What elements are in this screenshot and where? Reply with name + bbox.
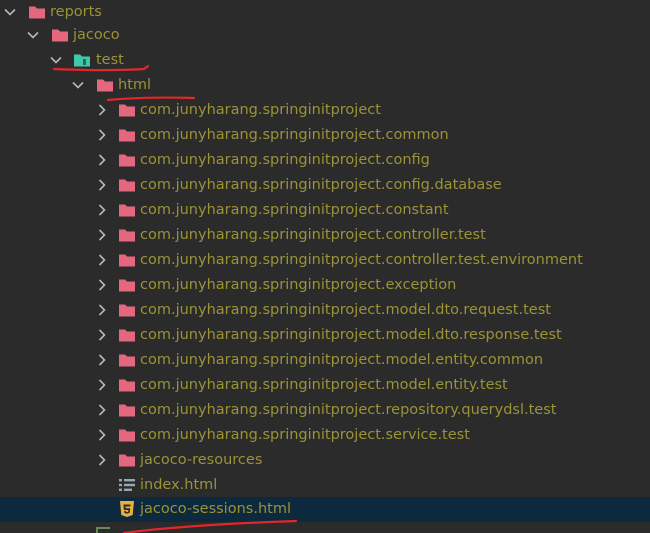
chevron-right-icon[interactable] <box>94 352 110 368</box>
test-folder-icon <box>73 51 91 69</box>
tree-item-package[interactable]: com.junyharang.springinitproject.reposit… <box>0 398 650 423</box>
tree-item-label: com.junyharang.springinitproject.model.d… <box>140 327 562 343</box>
tree-item-label: com.junyharang.springinitproject.config.… <box>140 177 502 193</box>
chevron-right-icon[interactable] <box>94 227 110 243</box>
tree-item-partial <box>0 521 650 533</box>
html5-file-icon <box>118 500 136 518</box>
tree-item-label: com.junyharang.springinitproject.model.d… <box>140 302 551 318</box>
tree-item-label: reports <box>50 4 102 20</box>
folder-icon <box>118 101 136 119</box>
tree-item-jacoco-sessions-html[interactable]: jacoco-sessions.html <box>0 497 650 522</box>
folder-icon <box>118 176 136 194</box>
chevron-right-icon[interactable] <box>94 177 110 193</box>
folder-icon <box>118 201 136 219</box>
tree-item-label: com.junyharang.springinitproject.service… <box>140 427 470 443</box>
tree-item-package[interactable]: com.junyharang.springinitproject.control… <box>0 223 650 248</box>
partial-icon <box>96 527 110 533</box>
folder-icon <box>51 26 69 44</box>
chevron-right-icon[interactable] <box>94 152 110 168</box>
folder-icon <box>118 351 136 369</box>
tree-item-package[interactable]: com.junyharang.springinitproject.model.e… <box>0 373 650 398</box>
tree-item-package[interactable]: com.junyharang.springinitproject.model.d… <box>0 323 650 348</box>
tree-item-label: com.junyharang.springinitproject.model.e… <box>140 352 544 368</box>
chevron-right-icon[interactable] <box>94 377 110 393</box>
chevron-right-icon[interactable] <box>94 402 110 418</box>
folder-icon <box>118 251 136 269</box>
tree-item-package[interactable]: com.junyharang.springinitproject.control… <box>0 248 650 273</box>
folder-icon <box>118 301 136 319</box>
folder-icon <box>118 376 136 394</box>
chevron-right-icon[interactable] <box>94 252 110 268</box>
tree-item-reports[interactable]: reports <box>0 0 650 25</box>
tree-item-label: com.junyharang.springinitproject.config <box>140 152 430 168</box>
tree-item-test[interactable]: test <box>0 48 650 73</box>
folder-icon <box>96 76 114 94</box>
tree-item-label: com.junyharang.springinitproject.model.e… <box>140 377 508 393</box>
tree-item-package[interactable]: com.junyharang.springinitproject.config <box>0 148 650 173</box>
tree-item-package[interactable]: com.junyharang.springinitproject.model.d… <box>0 298 650 323</box>
chevron-down-icon[interactable] <box>70 77 86 93</box>
folder-icon <box>118 126 136 144</box>
tree-item-label: index.html <box>140 477 218 493</box>
folder-icon <box>118 426 136 444</box>
tree-item-label: com.junyharang.springinitproject.constan… <box>140 202 449 218</box>
folder-icon <box>28 3 46 21</box>
tree-item-jacoco-resources[interactable]: jacoco-resources <box>0 448 650 473</box>
chevron-down-icon[interactable] <box>48 52 64 68</box>
tree-item-label: com.junyharang.springinitproject.excepti… <box>140 277 457 293</box>
folder-icon <box>118 151 136 169</box>
tree-item-label: com.junyharang.springinitproject.control… <box>140 252 583 268</box>
folder-icon <box>118 326 136 344</box>
tree-item-package[interactable]: com.junyharang.springinitproject.constan… <box>0 198 650 223</box>
tree-item-label: com.junyharang.springinitproject <box>140 102 381 118</box>
tree-item-package[interactable]: com.junyharang.springinitproject <box>0 98 650 123</box>
tree-item-label: jacoco-resources <box>140 452 263 468</box>
tree-item-label: html <box>118 77 152 93</box>
tree-item-label: test <box>96 52 124 68</box>
tree-item-label: com.junyharang.springinitproject.common <box>140 127 449 143</box>
tree-item-package[interactable]: com.junyharang.springinitproject.config.… <box>0 173 650 198</box>
chevron-right-icon[interactable] <box>94 102 110 118</box>
tree-item-html[interactable]: html <box>0 73 650 98</box>
tree-item-label: com.junyharang.springinitproject.reposit… <box>140 402 557 418</box>
tree-item-index-html[interactable]: index.html <box>0 473 650 498</box>
folder-icon <box>118 226 136 244</box>
tree-item-label: com.junyharang.springinitproject.control… <box>140 227 486 243</box>
tree-item-label: jacoco <box>73 27 120 43</box>
chevron-right-icon[interactable] <box>94 427 110 443</box>
chevron-right-icon[interactable] <box>94 277 110 293</box>
folder-icon <box>118 276 136 294</box>
tree-item-package[interactable]: com.junyharang.springinitproject.excepti… <box>0 273 650 298</box>
tree-item-label: jacoco-sessions.html <box>140 501 291 517</box>
chevron-right-icon[interactable] <box>94 452 110 468</box>
tree-item-package[interactable]: com.junyharang.springinitproject.model.e… <box>0 348 650 373</box>
chevron-right-icon[interactable] <box>94 127 110 143</box>
tree-item-jacoco[interactable]: jacoco <box>0 23 650 48</box>
chevron-right-icon[interactable] <box>94 327 110 343</box>
chevron-right-icon[interactable] <box>94 302 110 318</box>
list-file-icon <box>118 476 136 494</box>
tree-item-package[interactable]: com.junyharang.springinitproject.service… <box>0 423 650 448</box>
chevron-down-icon[interactable] <box>2 4 18 20</box>
chevron-down-icon[interactable] <box>25 27 41 43</box>
tree-item-package[interactable]: com.junyharang.springinitproject.common <box>0 123 650 148</box>
chevron-right-icon[interactable] <box>94 202 110 218</box>
folder-icon <box>118 451 136 469</box>
folder-icon <box>118 401 136 419</box>
